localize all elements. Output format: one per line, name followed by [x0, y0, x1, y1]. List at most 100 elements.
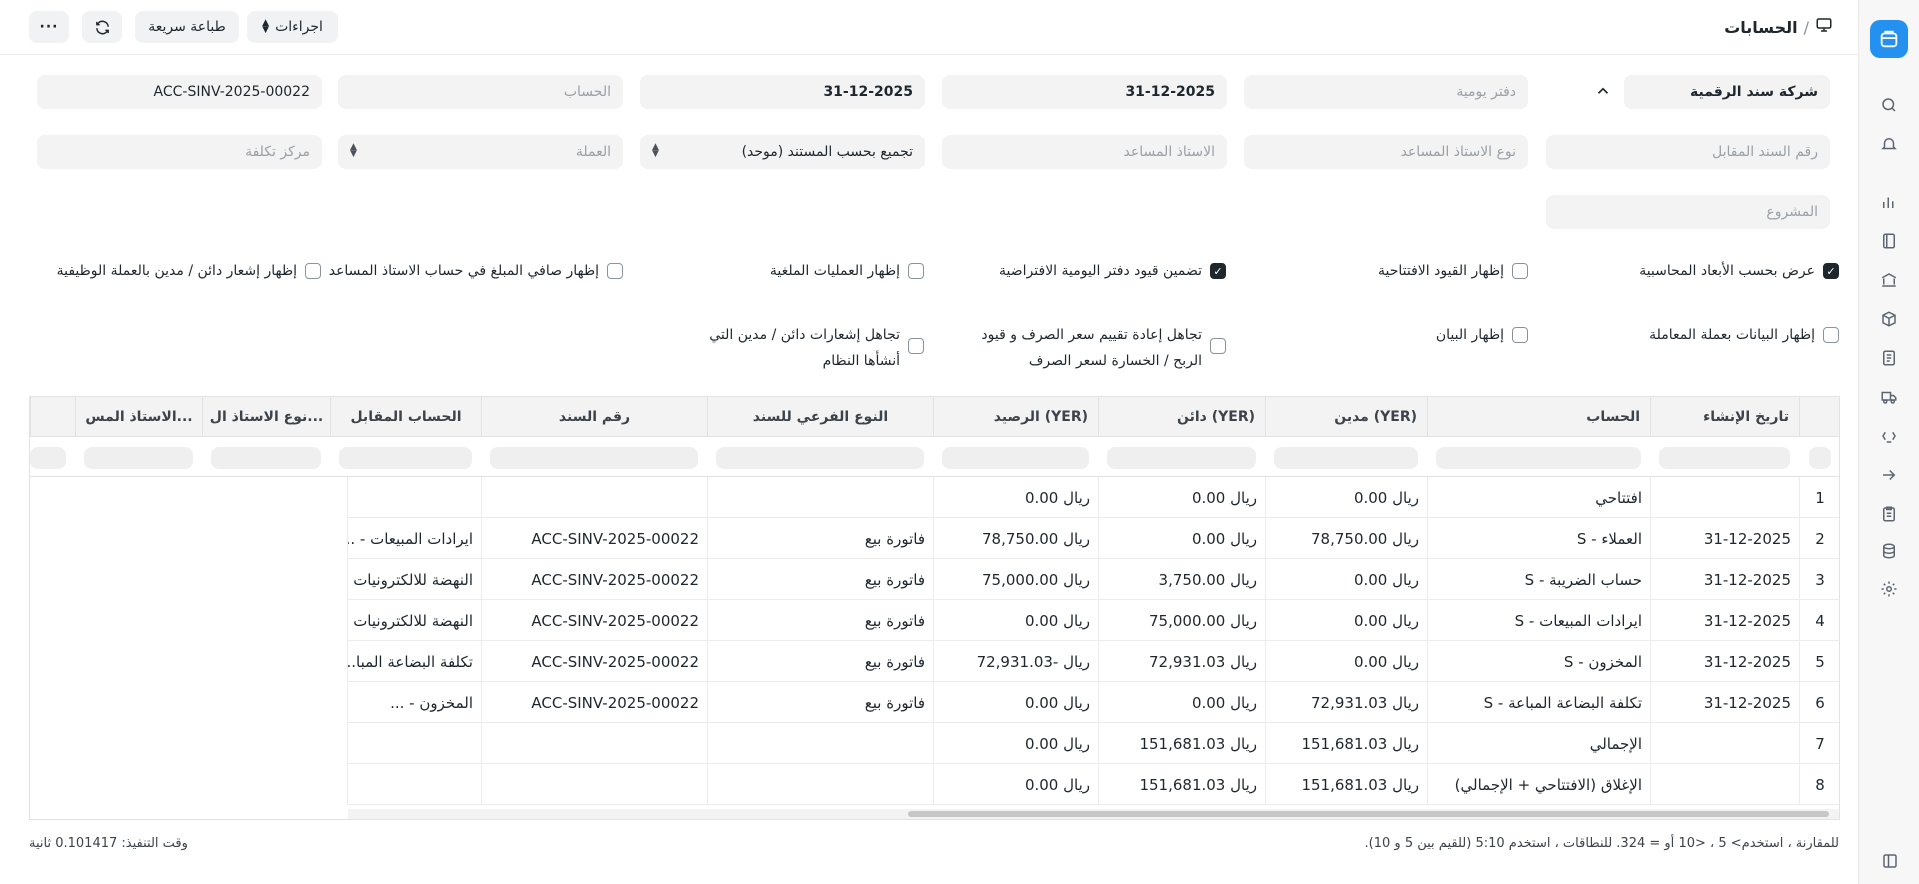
checkbox-box[interactable]: [607, 263, 623, 279]
journal-book-field[interactable]: دفتر يومية: [1244, 75, 1528, 109]
cell-voucher-no[interactable]: [481, 477, 707, 518]
actions-button[interactable]: اجراءات ▲ ▼: [247, 11, 338, 43]
cell-voucher-no[interactable]: ACC-SINV-2025-00022: [481, 559, 707, 600]
header-credit[interactable]: دائن (YER): [1098, 397, 1265, 437]
arrow-right-icon[interactable]: [1879, 465, 1899, 485]
cell-account[interactable]: المخزون - S: [1427, 641, 1650, 682]
filter-debit[interactable]: [1274, 447, 1418, 469]
cell-balance[interactable]: ريال 78,750.00: [933, 518, 1098, 559]
cell-balance[interactable]: ريال 0.00: [933, 723, 1098, 764]
cell-voucher-subtype[interactable]: [707, 764, 933, 805]
cell-balance[interactable]: ريال 0.00: [933, 477, 1098, 518]
cell-against-account[interactable]: النهضة للالكترونيات: [347, 600, 481, 641]
cell-posting-date[interactable]: [1650, 764, 1799, 805]
app-logo-icon[interactable]: [1870, 20, 1908, 58]
cell-debit[interactable]: ريال 151,681.03: [1265, 723, 1427, 764]
check-icon[interactable]: ✓: [1823, 263, 1839, 279]
refresh-button[interactable]: [82, 11, 122, 43]
cell-voucher-subtype[interactable]: فاتورة بيع: [707, 600, 933, 641]
cell-account[interactable]: ايرادات المبيعات - S: [1427, 600, 1650, 641]
cell-voucher-no[interactable]: ACC-SINV-2025-00022: [481, 641, 707, 682]
filter-posting-date[interactable]: [1659, 447, 1790, 469]
ledger-icon[interactable]: [1879, 231, 1899, 251]
cell-voucher-subtype[interactable]: [707, 477, 933, 518]
search-icon[interactable]: [1879, 95, 1899, 115]
filter-balance[interactable]: [942, 447, 1089, 469]
cell-posting-date[interactable]: 31-12-2025: [1650, 600, 1799, 641]
header-voucher-subtype[interactable]: النوع الفرعي للسند: [707, 397, 933, 437]
cell-voucher-subtype[interactable]: فاتورة بيع: [707, 559, 933, 600]
cell-credit[interactable]: ريال 3,750.00: [1098, 559, 1265, 600]
account-field[interactable]: الحساب: [338, 75, 623, 109]
header-posting-date[interactable]: تاريخ الإنشاء: [1650, 397, 1799, 437]
cell-index[interactable]: 6: [1799, 682, 1839, 723]
ignore-reval-checkbox[interactable]: تجاهل إعادة تقييم سعر الصرف و قيود الربح…: [971, 322, 1226, 374]
cell-voucher-subtype[interactable]: فاتورة بيع: [707, 682, 933, 723]
cell-account[interactable]: الإجمالي: [1427, 723, 1650, 764]
more-button[interactable]: ···: [29, 11, 69, 43]
cell-debit[interactable]: ريال 78,750.00: [1265, 518, 1427, 559]
header-party[interactable]: الاستاذ المس...: [75, 397, 202, 437]
cell-debit[interactable]: ريال 151,681.03: [1265, 764, 1427, 805]
scrollbar-thumb[interactable]: [908, 811, 1829, 817]
cell-account[interactable]: حساب الضريبة - S: [1427, 559, 1650, 600]
to-date-field[interactable]: 31-12-2025: [942, 75, 1227, 109]
bell-icon[interactable]: [1879, 134, 1899, 154]
cell-balance[interactable]: ريال 75,000.00: [933, 559, 1098, 600]
cell-index[interactable]: 4: [1799, 600, 1839, 641]
cell-voucher-no[interactable]: ACC-SINV-2025-00022: [481, 518, 707, 559]
filter-party[interactable]: [84, 447, 193, 469]
filter-account[interactable]: [1436, 447, 1641, 469]
cell-voucher-no[interactable]: [481, 764, 707, 805]
cell-voucher-no[interactable]: [481, 723, 707, 764]
cell-against-account[interactable]: [347, 764, 481, 805]
document-icon[interactable]: [1879, 348, 1899, 368]
cell-index[interactable]: 1: [1799, 477, 1839, 518]
header-balance[interactable]: الرصيد (YER): [933, 397, 1098, 437]
cell-credit[interactable]: ريال 0.00: [1098, 477, 1265, 518]
filter-voucher-no[interactable]: [490, 447, 698, 469]
cell-against-account[interactable]: النهضة للالكترونيات: [347, 559, 481, 600]
cell-posting-date[interactable]: 31-12-2025: [1650, 682, 1799, 723]
voucher-no-field[interactable]: ACC-SINV-2025-00022: [37, 75, 322, 109]
cell-posting-date[interactable]: 31-12-2025: [1650, 559, 1799, 600]
cell-debit[interactable]: ريال 0.00: [1265, 559, 1427, 600]
cell-credit[interactable]: ريال 75,000.00: [1098, 600, 1265, 641]
filter-credit[interactable]: [1107, 447, 1256, 469]
cell-balance[interactable]: ريال 0.00: [933, 600, 1098, 641]
sidebar-toggle-icon[interactable]: [1881, 852, 1899, 870]
gear-icon[interactable]: [1879, 579, 1899, 599]
cost-center-field[interactable]: مركز تكلفة: [37, 135, 322, 169]
cell-against-account[interactable]: [347, 723, 481, 764]
header-party-type[interactable]: نوع الاستاذ ال...: [202, 397, 330, 437]
checkbox-box[interactable]: [908, 338, 924, 354]
box-icon[interactable]: [1879, 309, 1899, 329]
monitor-icon[interactable]: [1815, 16, 1833, 38]
checkbox-box[interactable]: [305, 263, 321, 279]
cell-credit[interactable]: ريال 151,681.03: [1098, 723, 1265, 764]
cell-index[interactable]: 8: [1799, 764, 1839, 805]
horizontal-scrollbar[interactable]: [348, 809, 1839, 819]
quick-print-button[interactable]: طباعة سريعة: [135, 11, 239, 43]
checkbox-box[interactable]: [1512, 263, 1528, 279]
currency-select[interactable]: العملة ▲ ▼: [338, 135, 623, 169]
checkbox-box[interactable]: [1210, 338, 1226, 354]
chart-icon[interactable]: [1879, 192, 1899, 212]
cancelled-checkbox[interactable]: إظهار العمليات الملغية: [770, 258, 924, 284]
header-account[interactable]: الحساب: [1427, 397, 1650, 437]
party-type-field[interactable]: نوع الاستاذ المساعد: [1244, 135, 1528, 169]
cell-against-account[interactable]: ايرادات المبيعات - ...: [347, 518, 481, 559]
checkbox-box[interactable]: [1512, 327, 1528, 343]
cell-debit[interactable]: ريال 72,931.03: [1265, 682, 1427, 723]
cell-posting-date[interactable]: 31-12-2025: [1650, 518, 1799, 559]
cell-balance[interactable]: ريال 0.00: [933, 682, 1098, 723]
filter-voucher-subtype[interactable]: [716, 447, 924, 469]
cell-voucher-no[interactable]: ACC-SINV-2025-00022: [481, 600, 707, 641]
cell-balance[interactable]: ريال -72,931.03: [933, 641, 1098, 682]
cell-posting-date[interactable]: 31-12-2025: [1650, 641, 1799, 682]
cell-voucher-subtype[interactable]: [707, 723, 933, 764]
recycle-icon[interactable]: [1879, 426, 1899, 446]
cell-credit[interactable]: ريال 0.00: [1098, 518, 1265, 559]
cell-against-account[interactable]: المخزون - ...: [347, 682, 481, 723]
from-date-field[interactable]: 31-12-2025: [640, 75, 925, 109]
